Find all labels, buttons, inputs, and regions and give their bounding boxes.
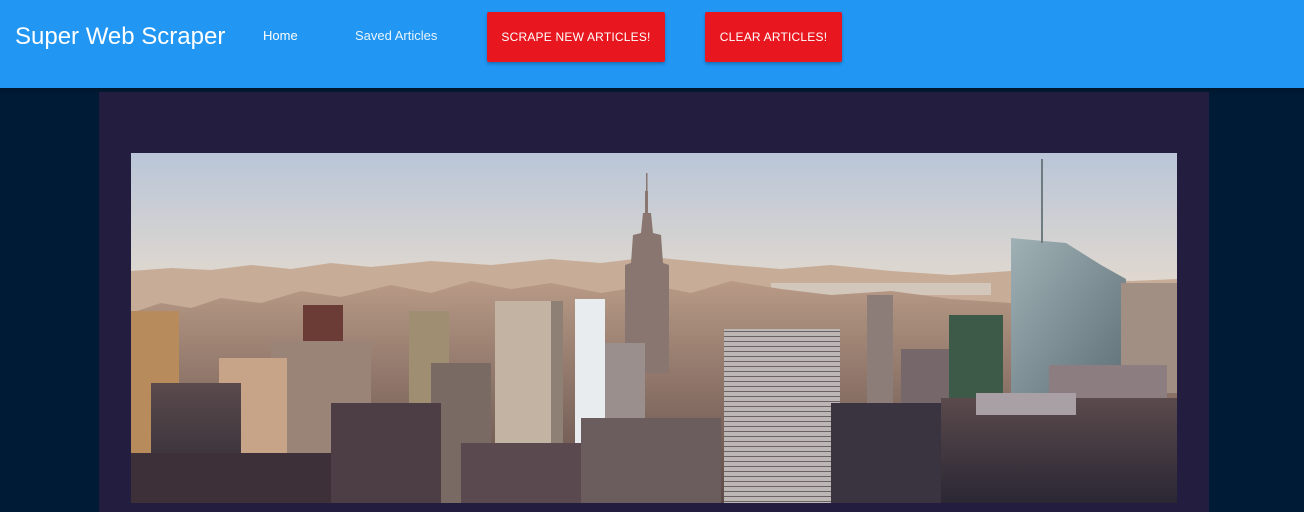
nav-link-saved-articles[interactable]: Saved Articles — [355, 28, 437, 43]
nav-link-home[interactable]: Home — [263, 28, 298, 43]
scrape-new-articles-button[interactable]: SCRAPE NEW ARTICLES! — [487, 12, 665, 62]
clear-articles-button[interactable]: CLEAR ARTICLES! — [705, 12, 842, 62]
main-container — [99, 92, 1209, 512]
navbar: Super Web Scraper Home Saved Articles SC… — [0, 0, 1304, 88]
skyline-illustration — [131, 153, 1177, 503]
hero-city-skyline-image — [131, 153, 1177, 503]
brand-logo[interactable]: Super Web Scraper — [15, 23, 225, 51]
